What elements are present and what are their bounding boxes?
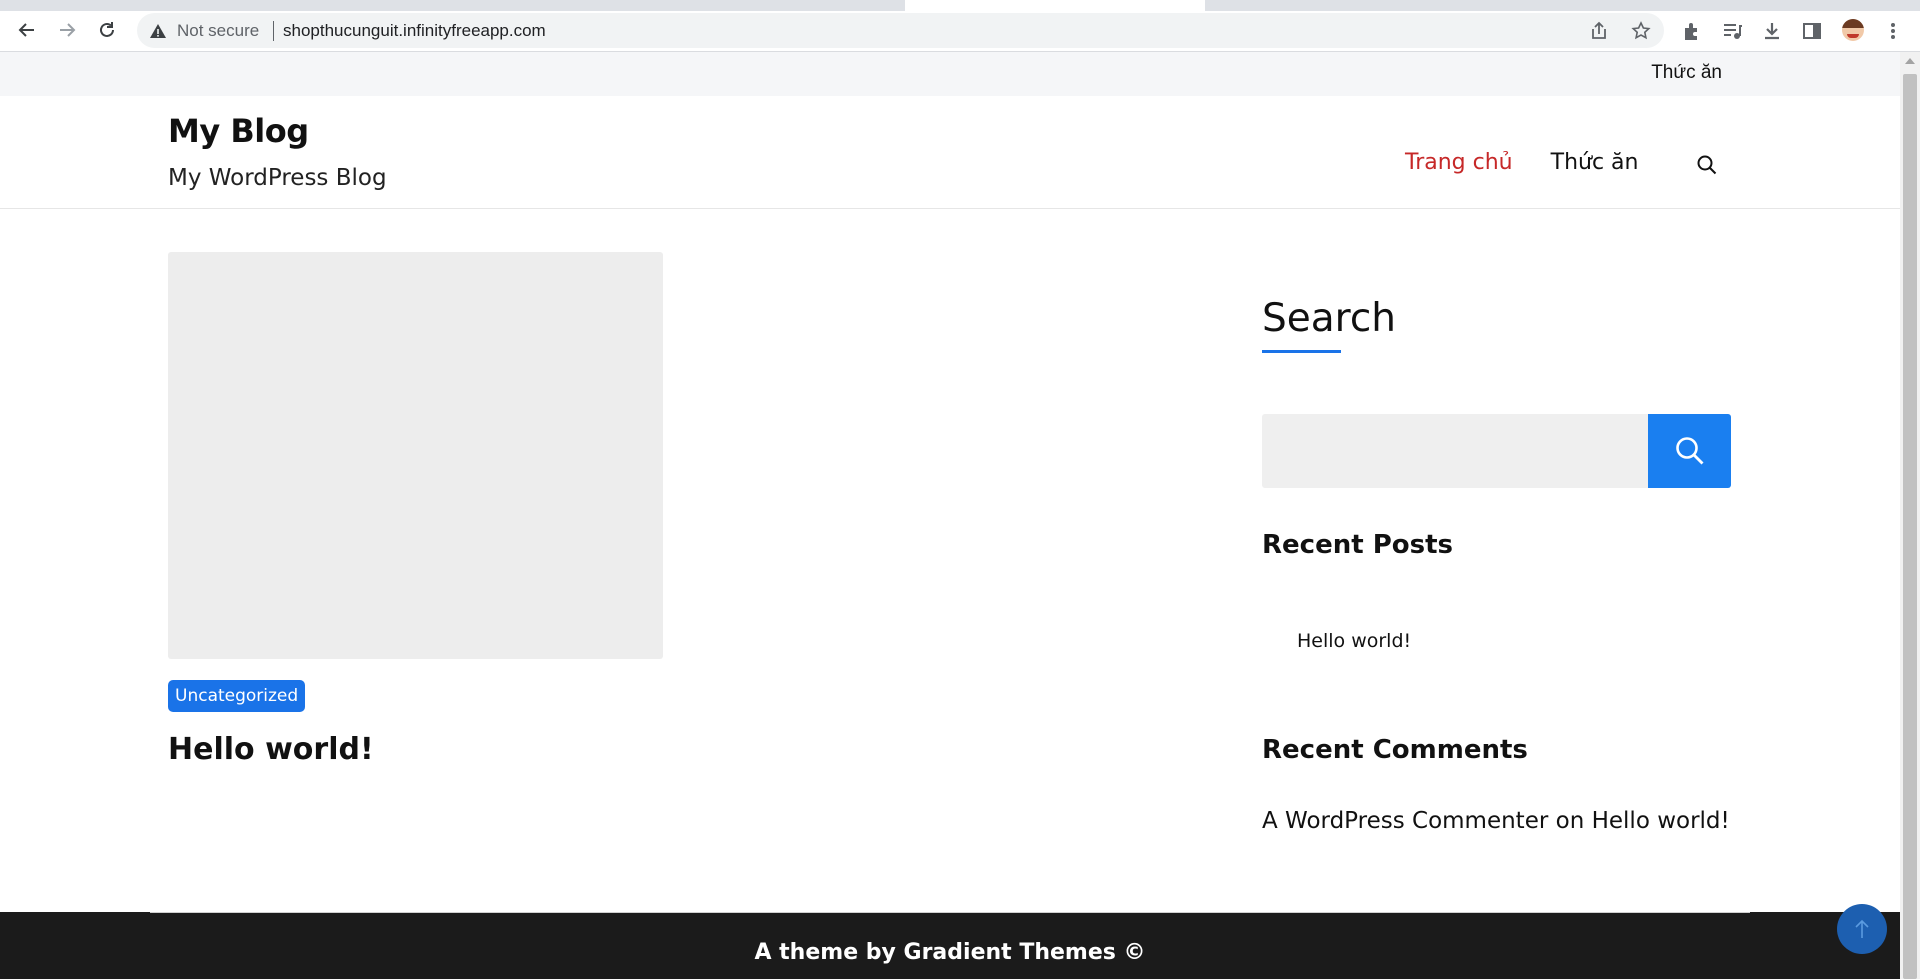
category-badge[interactable]: Uncategorized (168, 680, 306, 712)
search-input[interactable] (1262, 414, 1648, 488)
comment-connector: on (1555, 808, 1585, 834)
download-icon[interactable] (1761, 20, 1783, 42)
reload-icon (100, 22, 114, 37)
nav-item-home[interactable]: Trang chủ (1405, 150, 1513, 175)
web-page: Thức ăn My Blog My WordPress Blog Trang … (0, 52, 1900, 979)
arrow-up-icon (1855, 919, 1869, 938)
site-title[interactable]: My Blog (168, 112, 309, 150)
forward-button[interactable] (52, 15, 82, 45)
warning-icon (150, 24, 166, 38)
profile-avatar[interactable] (1842, 19, 1864, 41)
main-navigation: Trang chủ Thức ăn (1405, 150, 1638, 175)
star-icon[interactable] (1631, 21, 1651, 41)
more-menu-icon[interactable] (1882, 20, 1904, 42)
site-description: My WordPress Blog (168, 165, 387, 191)
side-panel-icon[interactable] (1801, 20, 1823, 42)
divider (273, 21, 274, 41)
recent-comments-title: Recent Comments (1262, 735, 1528, 765)
nav-item-food[interactable]: Thức ăn (1551, 150, 1639, 175)
scroll-up-arrow-icon[interactable] (1905, 58, 1915, 64)
arrow-left-icon (18, 23, 34, 37)
comment-author-link[interactable]: A WordPress Commenter (1262, 808, 1548, 834)
back-button[interactable] (12, 15, 42, 45)
post-title[interactable]: Hello world! (168, 732, 374, 767)
footer-credit[interactable]: A theme by Gradient Themes © (0, 940, 1900, 965)
comment-post-link[interactable]: Hello world! (1592, 808, 1730, 834)
tab-strip (0, 0, 1920, 11)
back-to-top-button[interactable] (1837, 904, 1887, 954)
scrollbar-thumb[interactable] (1903, 74, 1917, 979)
title-underline (1262, 350, 1341, 353)
search-icon[interactable] (1695, 153, 1719, 177)
reload-button[interactable] (92, 15, 122, 45)
search-icon (1675, 437, 1703, 465)
share-icon[interactable] (1589, 21, 1609, 41)
recent-post-link[interactable]: Hello world! (1297, 630, 1411, 652)
recent-posts-title: Recent Posts (1262, 530, 1453, 560)
search-widget-title: Search (1262, 296, 1396, 341)
arrow-right-icon (60, 23, 76, 37)
footer-divider (150, 912, 1750, 913)
site-footer: A theme by Gradient Themes © (0, 912, 1900, 979)
browser-toolbar: Not secure shopthucunguit.infinityfreeap… (0, 11, 1920, 52)
extensions-icon[interactable] (1681, 20, 1703, 42)
site-header: My Blog My WordPress Blog Trang chủ Thức… (0, 96, 1900, 209)
recent-comment: A WordPress Commenter on Hello world! (1262, 808, 1730, 834)
address-bar[interactable]: Not secure shopthucunguit.infinityfreeap… (137, 13, 1664, 48)
url-text[interactable]: shopthucunguit.infinityfreeapp.com (283, 21, 546, 41)
page-scrollbar[interactable] (1900, 52, 1920, 979)
top-menu-link[interactable]: Thức ăn (1651, 62, 1722, 84)
post-thumbnail[interactable] (168, 252, 663, 659)
top-bar: Thức ăn (0, 52, 1900, 96)
security-label[interactable]: Not secure (177, 21, 259, 41)
active-tab[interactable] (905, 0, 1205, 11)
media-control-icon[interactable] (1721, 20, 1743, 42)
search-submit-button[interactable] (1648, 414, 1731, 488)
